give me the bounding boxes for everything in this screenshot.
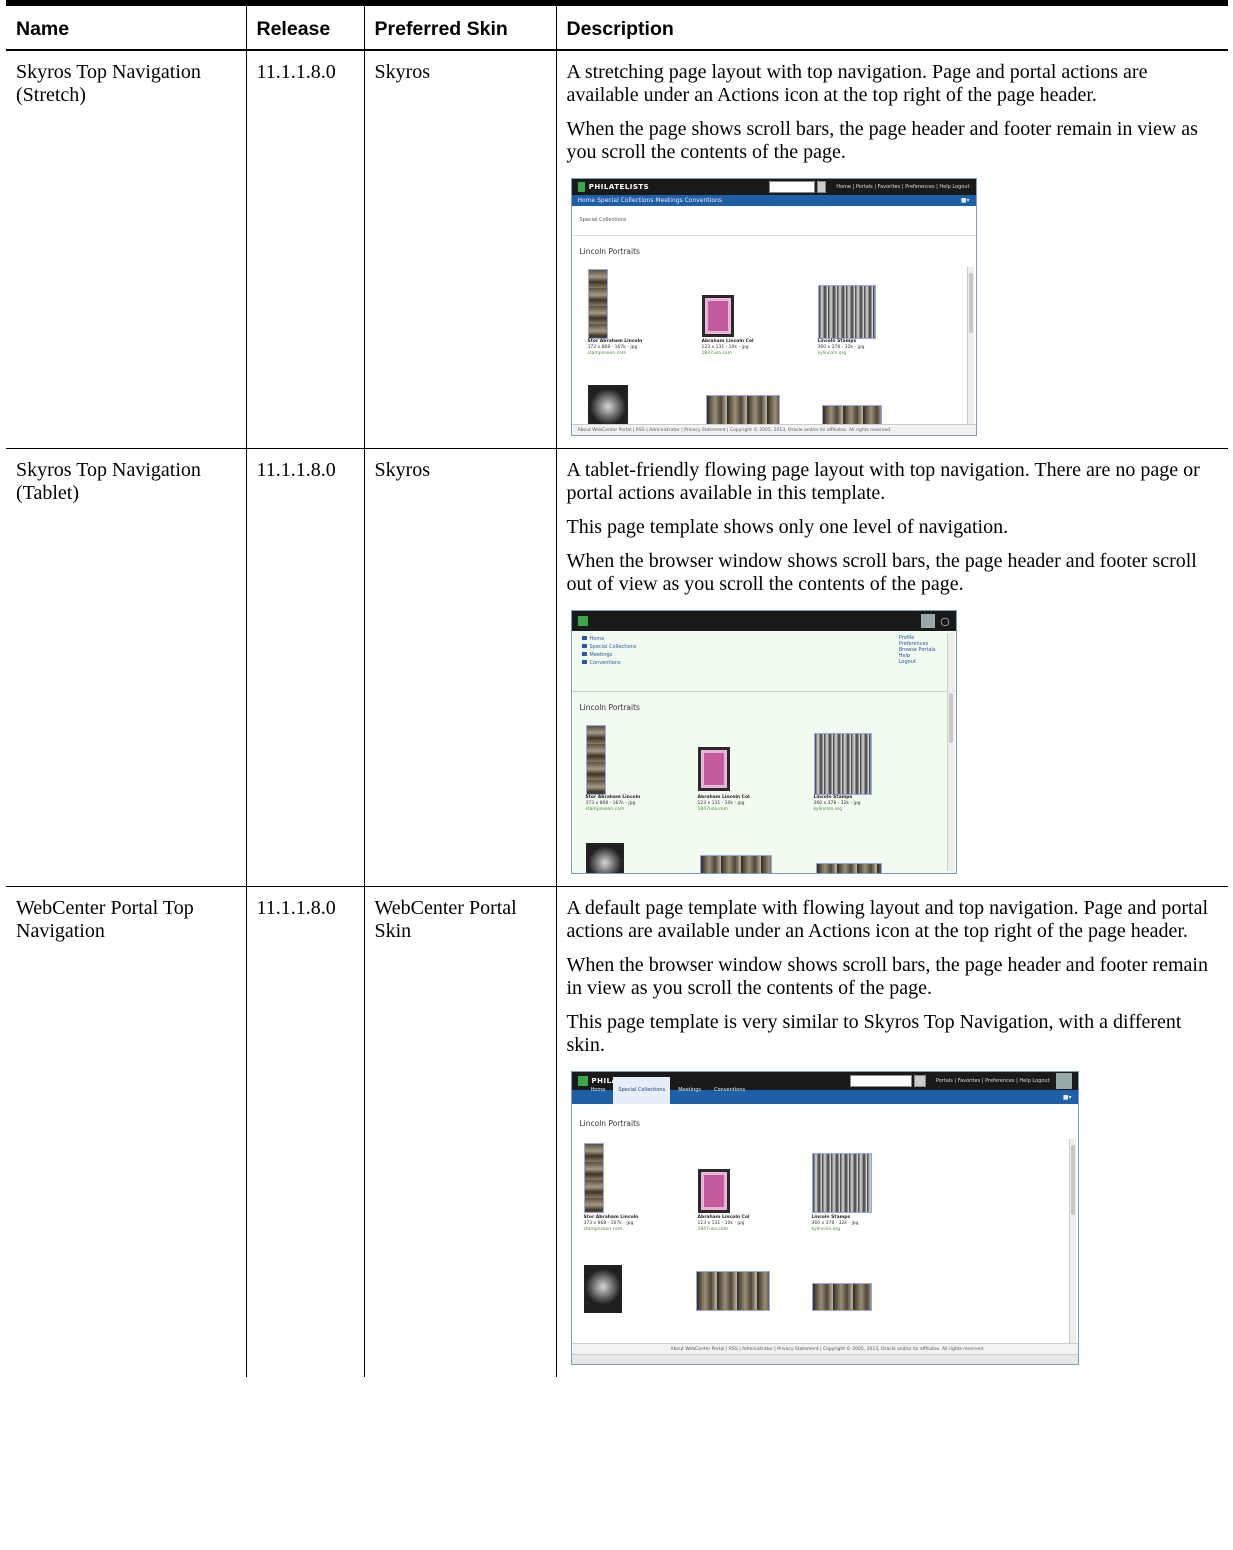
actions-icon: ■▾: [1062, 1093, 1072, 1101]
screenshot-image-grid: Stor Abraham Lincoln 373 x 868 - 167k - j…: [572, 267, 976, 435]
screenshot-page-title: Lincoln Portraits: [579, 1119, 640, 1128]
search-icon: [913, 1075, 926, 1087]
description-paragraph: A default page template with flowing lay…: [566, 897, 1209, 942]
screenshot-page-title: Lincoln Portraits: [579, 703, 640, 712]
screenshot-image-grid: Stor Abraham Lincoln 373 x 868 - 167k - j…: [572, 723, 956, 873]
thumbnail-caption: Lincoln Stamps 360 x 378 - 32k - jpg kylin…: [817, 339, 865, 356]
screenshot-search: [849, 1075, 912, 1087]
thumbnail-caption: Stor Abraham Lincoln 373 x 868 - 167k - j…: [585, 795, 641, 812]
template-description: A tablet-friendly flowing page layout wi…: [555, 448, 1228, 887]
thumbnail: [811, 1153, 872, 1213]
thumbnail-caption: Stor Abraham Lincoln 373 x 868 - 167k - j…: [587, 339, 643, 356]
thumbnail: [697, 747, 730, 791]
avatar: [920, 614, 935, 628]
thumbnail: [813, 733, 872, 795]
table-row: Skyros Top Navigation (Stretch) 11.1.1.8…: [6, 50, 1228, 449]
thumbnail: [585, 843, 624, 873]
description-paragraph: When the browser window shows scroll bar…: [566, 954, 1208, 999]
screenshot-user-links: Profile Preferences Browse Portals Help …: [898, 635, 936, 665]
thumbnail-caption: Abraham Lincoln Col 123 x 131 - 10k - jpg…: [697, 795, 750, 812]
screenshot-links: Home | Portals | Favorites | Preferences…: [836, 183, 970, 190]
thumbnail-caption: Stor Abraham Lincoln 373 x 868 - 167k - j…: [583, 1215, 639, 1232]
column-header-description: Description: [555, 0, 1228, 51]
template-release: 11.1.1.8.0: [245, 886, 364, 1377]
thumbnail: [701, 295, 734, 337]
template-description: A stretching page layout with top naviga…: [555, 50, 1228, 449]
logo-icon: [577, 616, 588, 626]
tablet-template-screenshot: ◯ Home Special Collections Meetings Conv…: [570, 610, 957, 874]
screenshot-nav-list: Home Special Collections Meetings Conven…: [581, 635, 636, 687]
column-header-name: Name: [6, 0, 246, 51]
actions-icon: ■▾: [960, 197, 970, 204]
description-paragraph: This page template is very similar to Sk…: [566, 1011, 1182, 1056]
screenshot-nav-panel: Home Special Collections Meetings Conven…: [571, 631, 956, 692]
screenshot-scrollbar: [1068, 1139, 1076, 1353]
tab-conventions: Conventions: [713, 1087, 746, 1093]
table-header-row: Name Release Preferred Skin Description: [6, 0, 1228, 51]
thumbnail: [699, 855, 772, 873]
description-paragraph: A tablet-friendly flowing page layout wi…: [566, 459, 1200, 504]
screenshot-page-title: Lincoln Portraits: [579, 247, 640, 256]
screenshot-scrollbar: [946, 633, 954, 871]
description-paragraph: This page template shows only one level …: [566, 516, 1009, 538]
webcenter-template-screenshot: PHILATELISTS Portals | Favorites | Prefe…: [570, 1071, 1079, 1365]
thumbnail: [585, 725, 606, 795]
thumbnail: [583, 1143, 604, 1213]
screenshot-footer: About WebCenter Portal | RSS | Administr…: [571, 1343, 1078, 1354]
tab-special-collections: Special Collections: [613, 1077, 671, 1104]
thumbnail: [587, 269, 608, 339]
column-header-release: Release: [245, 0, 364, 51]
screenshot-header: ◯: [571, 611, 956, 631]
template-name: WebCenter Portal Top Navigation: [16, 897, 194, 942]
thumbnail: [695, 1271, 770, 1311]
screenshot-tabs: Home Special Collections Meetings Conven…: [586, 1077, 751, 1104]
description-paragraph: When the browser window shows scroll bar…: [566, 550, 1197, 595]
thumbnail: [811, 1283, 872, 1311]
page-templates-table: Name Release Preferred Skin Description …: [6, 0, 1228, 1377]
screenshot-image-grid: Stor Abraham Lincoln 373 x 868 - 167k - j…: [572, 1139, 1078, 1355]
thumbnail-caption: Abraham Lincoln Col 123 x 131 - 10k - jpg…: [697, 1215, 750, 1232]
thumbnail: [697, 1169, 730, 1213]
description-paragraph: A stretching page layout with top naviga…: [566, 61, 1148, 106]
screenshot-search: [769, 181, 815, 193]
template-release: 11.1.1.8.0: [245, 50, 364, 449]
thumbnail-caption: Abraham Lincoln Col 123 x 131 - 10k - jpg…: [701, 339, 754, 356]
search-icon: [816, 181, 827, 193]
screenshot-footer: About WebCenter Portal | RSS | Administr…: [571, 424, 976, 435]
column-header-preferred-skin: Preferred Skin: [363, 0, 556, 51]
template-description: A default page template with flowing lay…: [555, 886, 1228, 1377]
thumbnail-caption: Lincoln Stamps 360 x 378 - 32k - jpg kylin…: [811, 1215, 859, 1232]
stretch-template-screenshot: PHILATELISTS Home | Portals | Favorites …: [570, 178, 977, 436]
tab-home: Home: [590, 1087, 606, 1093]
template-skin: Skyros: [363, 50, 556, 449]
template-name: Skyros Top Navigation (Stretch): [6, 50, 246, 449]
table-row: Skyros Top Navigation (Tablet) 11.1.1.8.…: [6, 448, 1228, 887]
template-name: Skyros Top Navigation (Tablet): [6, 448, 246, 887]
table-row: WebCenter Portal Top Navigation 11.1.1.8…: [6, 886, 1228, 1377]
description-paragraph: When the page shows scroll bars, the pag…: [566, 118, 1198, 163]
tab-meetings: Meetings: [678, 1087, 701, 1093]
template-skin: Skyros: [363, 448, 556, 887]
template-release: 11.1.1.8.0: [245, 448, 364, 887]
template-skin: WebCenter Portal Skin: [363, 886, 556, 1377]
document: Name Release Preferred Skin Description …: [6, 0, 1228, 1377]
thumbnail: [815, 863, 882, 873]
screenshot-horizontal-scrollbar: [571, 1354, 1078, 1364]
thumbnail: [817, 285, 876, 339]
menu-icon: ◯: [940, 616, 950, 626]
screenshot-scrollbar: [966, 267, 974, 435]
thumbnail: [583, 1265, 622, 1313]
screenshot-links: Portals | Favorites | Preferences | Help…: [935, 1077, 1050, 1084]
thumbnail-caption: Lincoln Stamps 360 x 378 - 32k - jpg kylin…: [813, 795, 861, 812]
